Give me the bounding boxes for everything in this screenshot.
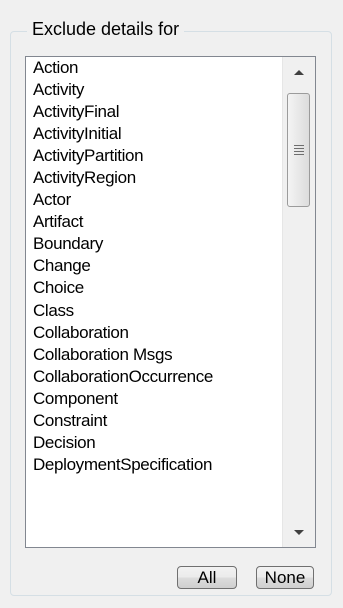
vertical-scrollbar[interactable] bbox=[282, 57, 315, 547]
scroll-down-arrow-icon[interactable] bbox=[283, 517, 315, 547]
list-item[interactable]: Actor bbox=[26, 189, 282, 211]
scroll-up-arrow-icon[interactable] bbox=[283, 57, 315, 87]
list-item[interactable]: Collaboration Msgs bbox=[26, 344, 282, 366]
list-item[interactable]: Decision bbox=[26, 432, 282, 454]
select-none-button[interactable]: None bbox=[256, 566, 314, 589]
exclude-details-listbox[interactable]: Action Activity ActivityFinal ActivityIniti… bbox=[25, 56, 316, 548]
list-item[interactable]: Class bbox=[26, 300, 282, 322]
list-item[interactable]: Artifact bbox=[26, 211, 282, 233]
list-item[interactable]: Boundary bbox=[26, 233, 282, 255]
list-item[interactable]: ActivityInitial bbox=[26, 123, 282, 145]
list-item[interactable]: ActivityPartition bbox=[26, 145, 282, 167]
list-item[interactable]: Constraint bbox=[26, 410, 282, 432]
list-item[interactable]: CollaborationOccurrence bbox=[26, 366, 282, 388]
list-item[interactable]: Action bbox=[26, 57, 282, 79]
scrollbar-thumb[interactable] bbox=[287, 93, 310, 207]
list-item[interactable]: Activity bbox=[26, 79, 282, 101]
grip-icon bbox=[293, 145, 304, 155]
list-item[interactable]: DeploymentSpecification bbox=[26, 454, 282, 476]
select-all-button[interactable]: All bbox=[177, 566, 237, 589]
list-item[interactable]: Change bbox=[26, 255, 282, 277]
list-item[interactable]: Choice bbox=[26, 277, 282, 299]
groupbox-title: Exclude details for bbox=[27, 18, 185, 40]
list-item[interactable]: ActivityFinal bbox=[26, 101, 282, 123]
listbox-items: Action Activity ActivityFinal ActivityIniti… bbox=[26, 57, 282, 547]
list-item[interactable]: Collaboration bbox=[26, 322, 282, 344]
list-item[interactable]: ActivityRegion bbox=[26, 167, 282, 189]
list-item[interactable]: Component bbox=[26, 388, 282, 410]
